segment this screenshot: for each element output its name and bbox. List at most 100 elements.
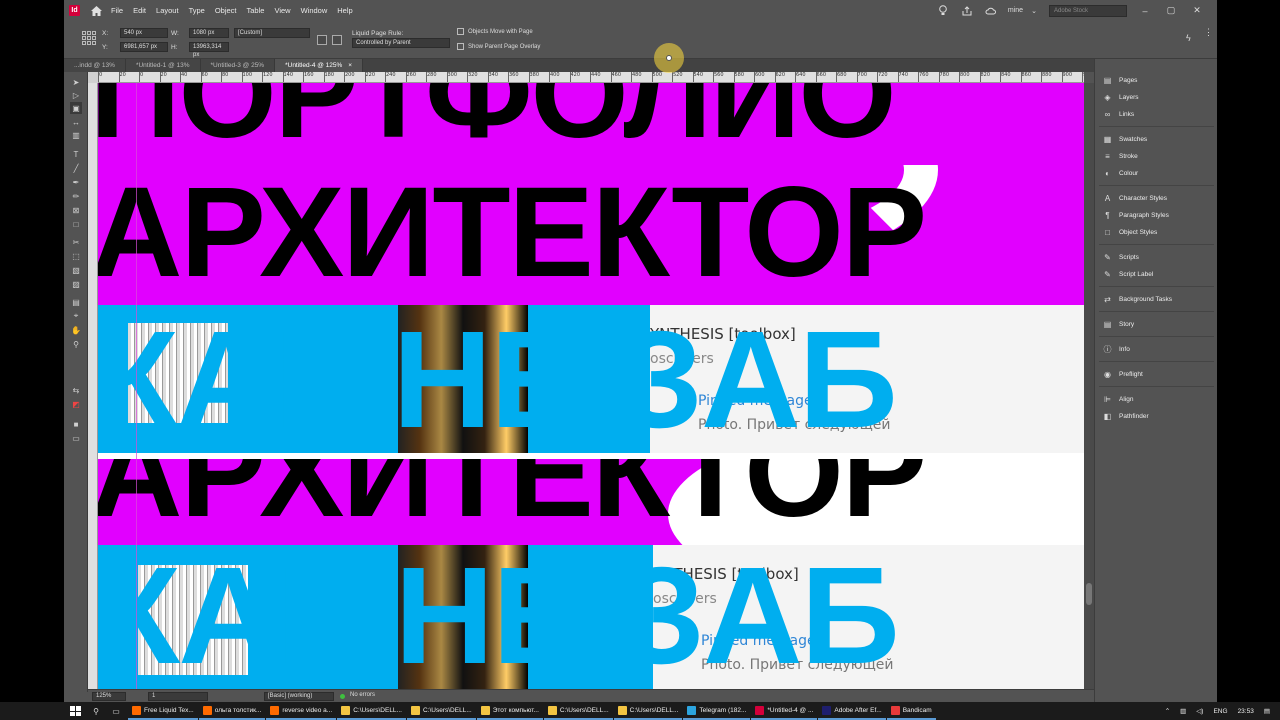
line-tool-icon[interactable]: ╱ (70, 162, 82, 174)
panel-colour[interactable]: ◐ Colour (1095, 166, 1217, 180)
lightning-icon[interactable]: ϟ (1186, 33, 1191, 43)
vertical-ruler[interactable] (88, 83, 98, 689)
preflight-status-text[interactable]: No errors (350, 692, 375, 698)
free-transform-tool-icon[interactable]: ⬚ (70, 250, 82, 262)
panel-align[interactable]: ⊫ Align (1095, 392, 1217, 406)
gradient-swatch-tool-icon[interactable]: ▧ (70, 264, 82, 276)
panel-links[interactable]: ∞ Links (1095, 107, 1217, 121)
network-icon[interactable]: ▥ (1180, 707, 1186, 715)
maximize-button[interactable]: ▢ (1165, 5, 1177, 17)
objects-move-checkbox[interactable] (457, 28, 464, 35)
panel-layers[interactable]: ◈ Layers (1095, 90, 1217, 104)
minimize-button[interactable]: – (1139, 5, 1151, 17)
document-canvas[interactable]: ПОРТФОЛИО АРХИТЕКТОР YNTHESIS [toolbox] … (98, 83, 1084, 689)
menu-window[interactable]: Window (301, 6, 328, 15)
selection-tool-icon[interactable]: ➤ (70, 76, 82, 88)
taskbar-task[interactable]: C:\Users\DELL... (613, 702, 683, 720)
zoom-level-field[interactable]: 125% (92, 692, 126, 701)
task-view-icon[interactable]: ▭ (110, 705, 122, 717)
menu-layout[interactable]: Layout (156, 6, 179, 15)
panel-info[interactable]: ⓘ Info (1095, 342, 1217, 356)
direct-selection-tool-icon[interactable]: ▷ (70, 89, 82, 101)
panel-preflight[interactable]: ◉ Preflight (1095, 367, 1217, 381)
panel-object-styles[interactable]: □ Object Styles (1095, 225, 1217, 239)
document-tab[interactable]: *Untitled-3 @ 25% (200, 59, 276, 72)
search-icon[interactable]: ⚲ (90, 705, 102, 717)
document-tab[interactable]: ...indd @ 13% (64, 59, 126, 72)
windows-start-icon[interactable] (68, 704, 82, 718)
taskbar-task[interactable]: reverse video a... (266, 702, 337, 720)
panel-pages[interactable]: ▤ Pages (1095, 73, 1217, 87)
screen-mode-icon[interactable]: ▭ (70, 432, 82, 444)
notifications-icon[interactable]: ▤ (1264, 707, 1270, 715)
fill-stroke-icon[interactable]: ◩ (70, 398, 82, 410)
panel-stroke[interactable]: ≡ Stroke (1095, 149, 1217, 163)
lightbulb-icon[interactable] (936, 4, 950, 18)
menu-edit[interactable]: Edit (133, 6, 146, 15)
preset-dropdown[interactable]: [Custom] (234, 28, 310, 38)
panel-swatches[interactable]: ▦ Swatches (1095, 132, 1217, 146)
menu-file[interactable]: File (111, 6, 123, 15)
h-field[interactable]: 13963,314 px (189, 42, 229, 58)
adobe-stock-search[interactable]: Adobe Stock (1049, 4, 1127, 17)
rectangle-tool-icon[interactable]: □ (70, 218, 82, 230)
taskbar-task[interactable]: Free Liquid Tex... (128, 702, 198, 720)
pencil-tool-icon[interactable]: ✏ (70, 190, 82, 202)
tray-arrow-icon[interactable]: ⌃ (1165, 707, 1170, 715)
close-tab-icon[interactable]: × (348, 62, 352, 69)
panel-menu-icon[interactable]: ⋮ (1204, 27, 1213, 38)
w-field[interactable]: 1080 px (189, 28, 229, 38)
reference-point-icon[interactable] (82, 31, 96, 45)
menu-table[interactable]: Table (247, 6, 265, 15)
close-window-button[interactable]: ✕ (1191, 5, 1203, 17)
hand-tool-icon[interactable]: ✋ (70, 324, 82, 336)
eyedropper-tool-icon[interactable]: ⌖ (70, 310, 82, 322)
vertical-scrollbar[interactable] (1084, 83, 1094, 689)
panel-paragraph-styles[interactable]: ¶ Paragraph Styles (1095, 208, 1217, 222)
menu-type[interactable]: Type (189, 6, 205, 15)
document-tab[interactable]: *Untitled-1 @ 13% (125, 59, 201, 72)
liquid-page-rule-dropdown[interactable]: Controlled by Parent (352, 38, 450, 48)
apply-color-icon[interactable]: ■ (70, 418, 82, 430)
taskbar-task[interactable]: Telegram (182... (683, 702, 751, 720)
panel-story[interactable]: ▤ Story (1095, 317, 1217, 331)
taskbar-task[interactable]: C:\Users\DELL... (543, 702, 613, 720)
cloud-icon[interactable] (984, 4, 998, 18)
zoom-tool-icon[interactable]: ⚲ (70, 338, 82, 350)
horizontal-ruler[interactable]: 0 20 0 20 40 60 80 100 120 140 160 180 200 220 240 260 2… (98, 72, 1084, 83)
panel-pathfinder[interactable]: ◧ Pathfinder (1095, 409, 1217, 423)
taskbar-task[interactable]: *Untitled-4 @ ... (751, 702, 818, 720)
type-tool-icon[interactable]: T (70, 148, 82, 160)
scissors-tool-icon[interactable]: ✂ (70, 236, 82, 248)
panel-background-tasks[interactable]: ⇄ Background Tasks (1095, 292, 1217, 306)
taskbar-task[interactable]: C:\Users\DELL... (337, 702, 406, 720)
language-indicator[interactable]: ENG (1213, 708, 1227, 715)
home-icon[interactable] (89, 4, 103, 18)
taskbar-task[interactable]: Adobe After Ef... (818, 702, 886, 720)
document-tab[interactable]: *Untitled-4 @ 125% × (275, 59, 364, 72)
x-field[interactable]: 540 px (120, 28, 168, 38)
panel-scripts[interactable]: ✎ Scripts (1095, 250, 1217, 264)
rectangle-frame-tool-icon[interactable]: ⊠ (70, 204, 82, 216)
taskbar-task[interactable]: Bandicam (886, 702, 936, 720)
indesign-logo[interactable]: Id (69, 5, 80, 16)
scroll-thumb[interactable] (1086, 583, 1092, 605)
orientation-portrait-icon[interactable] (317, 35, 327, 45)
panel-character-styles[interactable]: A Character Styles (1095, 191, 1217, 205)
chevron-down-icon[interactable]: ⌄ (1027, 4, 1041, 18)
taskbar-task[interactable]: C:\Users\DELL... (406, 702, 476, 720)
workspace-switcher[interactable]: mine (1008, 7, 1023, 14)
margin-guide[interactable] (136, 83, 137, 689)
volume-icon[interactable]: ◁) (1196, 707, 1203, 715)
content-collector-icon[interactable]: ▥ (70, 129, 82, 141)
page-tool-icon[interactable]: ▣ (70, 102, 82, 114)
pen-tool-icon[interactable]: ✒ (70, 176, 82, 188)
show-overlay-checkbox[interactable] (457, 43, 464, 50)
share-icon[interactable] (960, 4, 974, 18)
taskbar-task[interactable]: ольга толстик... (198, 702, 266, 720)
panel-script-label[interactable]: ✎ Script Label (1095, 267, 1217, 281)
note-tool-icon[interactable]: ▤ (70, 296, 82, 308)
page-number-field[interactable]: 1 (148, 692, 208, 701)
clock[interactable]: 23:53 (1238, 708, 1254, 715)
gradient-feather-tool-icon[interactable]: ▨ (70, 278, 82, 290)
